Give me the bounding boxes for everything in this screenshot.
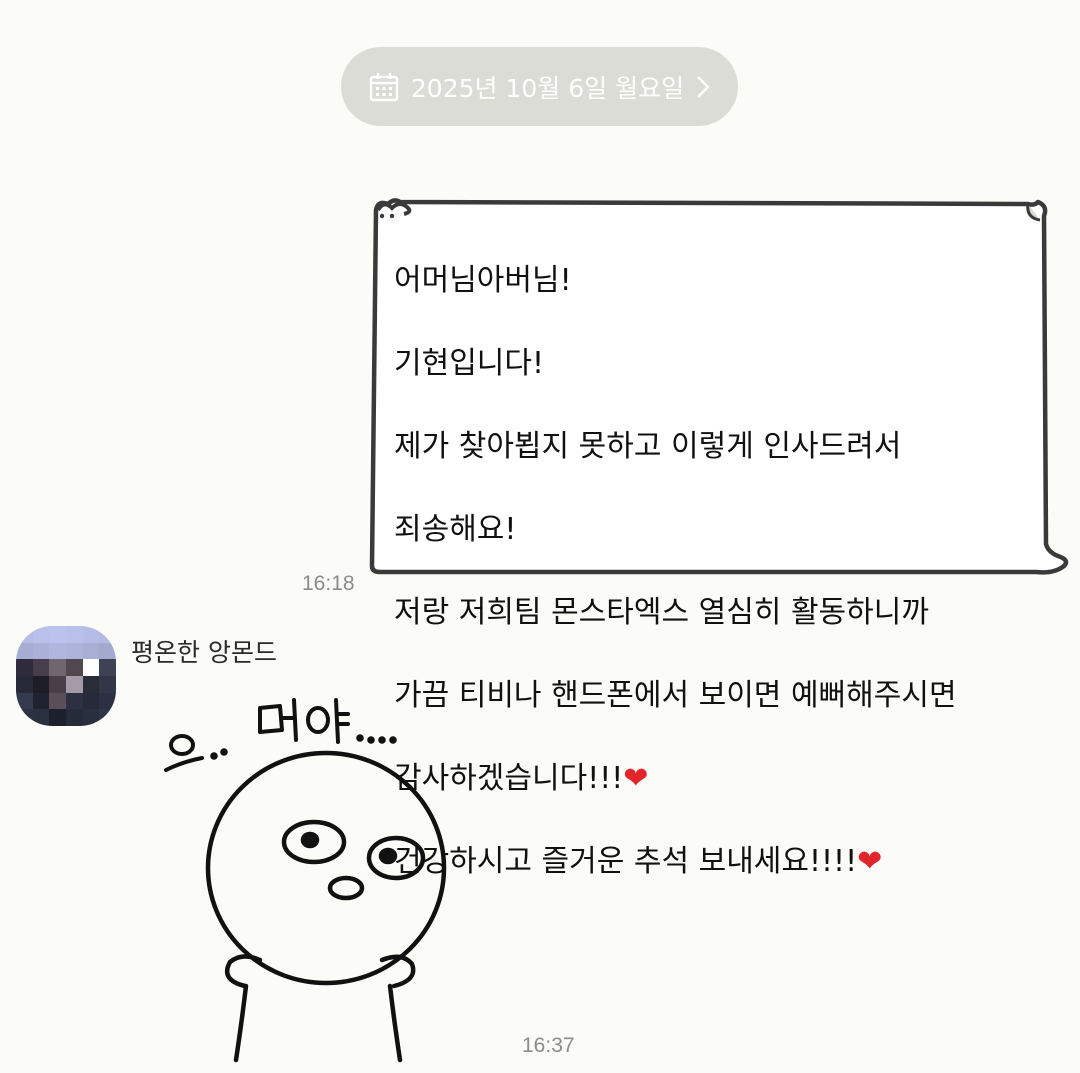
message-line: 죄송해요! [394, 511, 517, 547]
date-header-pill[interactable]: 2025년 10월 6일 월요일 [341, 47, 738, 126]
date-header-label: 2025년 10월 6일 월요일 [410, 73, 685, 103]
message-line: 기현입니다! [394, 345, 545, 381]
message-line: 어머님아버님! [394, 262, 572, 298]
message-line: 감사하겠습니다!!!❤ [394, 760, 649, 796]
message-text: 어머님아버님! 기현입니다! 제가 찾아뵙지 못하고 이렇게 인사드려서 죄송해… [394, 218, 1032, 924]
message-timestamp: 16:37 [522, 1034, 575, 1057]
message-line: 저랑 저희팀 몬스타엑스 열심히 활동하니까 [394, 594, 929, 630]
outgoing-message-bubble[interactable]: 어머님아버님! 기현입니다! 제가 찾아뵙지 못하고 이렇게 인사드려서 죄송해… [364, 196, 1072, 879]
heart-emoji: ❤ [623, 760, 649, 796]
heart-emoji: ❤ [857, 843, 883, 879]
message-line: 가끔 티비나 핸드폰에서 보이면 예뻐해주시면 [394, 677, 957, 713]
sticker-image[interactable] [150, 690, 450, 1065]
avatar[interactable] [16, 626, 116, 726]
message-timestamp: 16:18 [302, 572, 355, 595]
sticker-character [205, 750, 447, 1063]
message-line: 건강하시고 즐거운 추석 보내세요!!!!❤ [394, 843, 883, 879]
calendar-icon [369, 72, 399, 101]
message-line: 제가 찾아뵙지 못하고 이렇게 인사드려서 [394, 428, 902, 464]
sender-name: 평온한 앙몬드 [131, 638, 277, 667]
chevron-right-icon [697, 75, 710, 98]
